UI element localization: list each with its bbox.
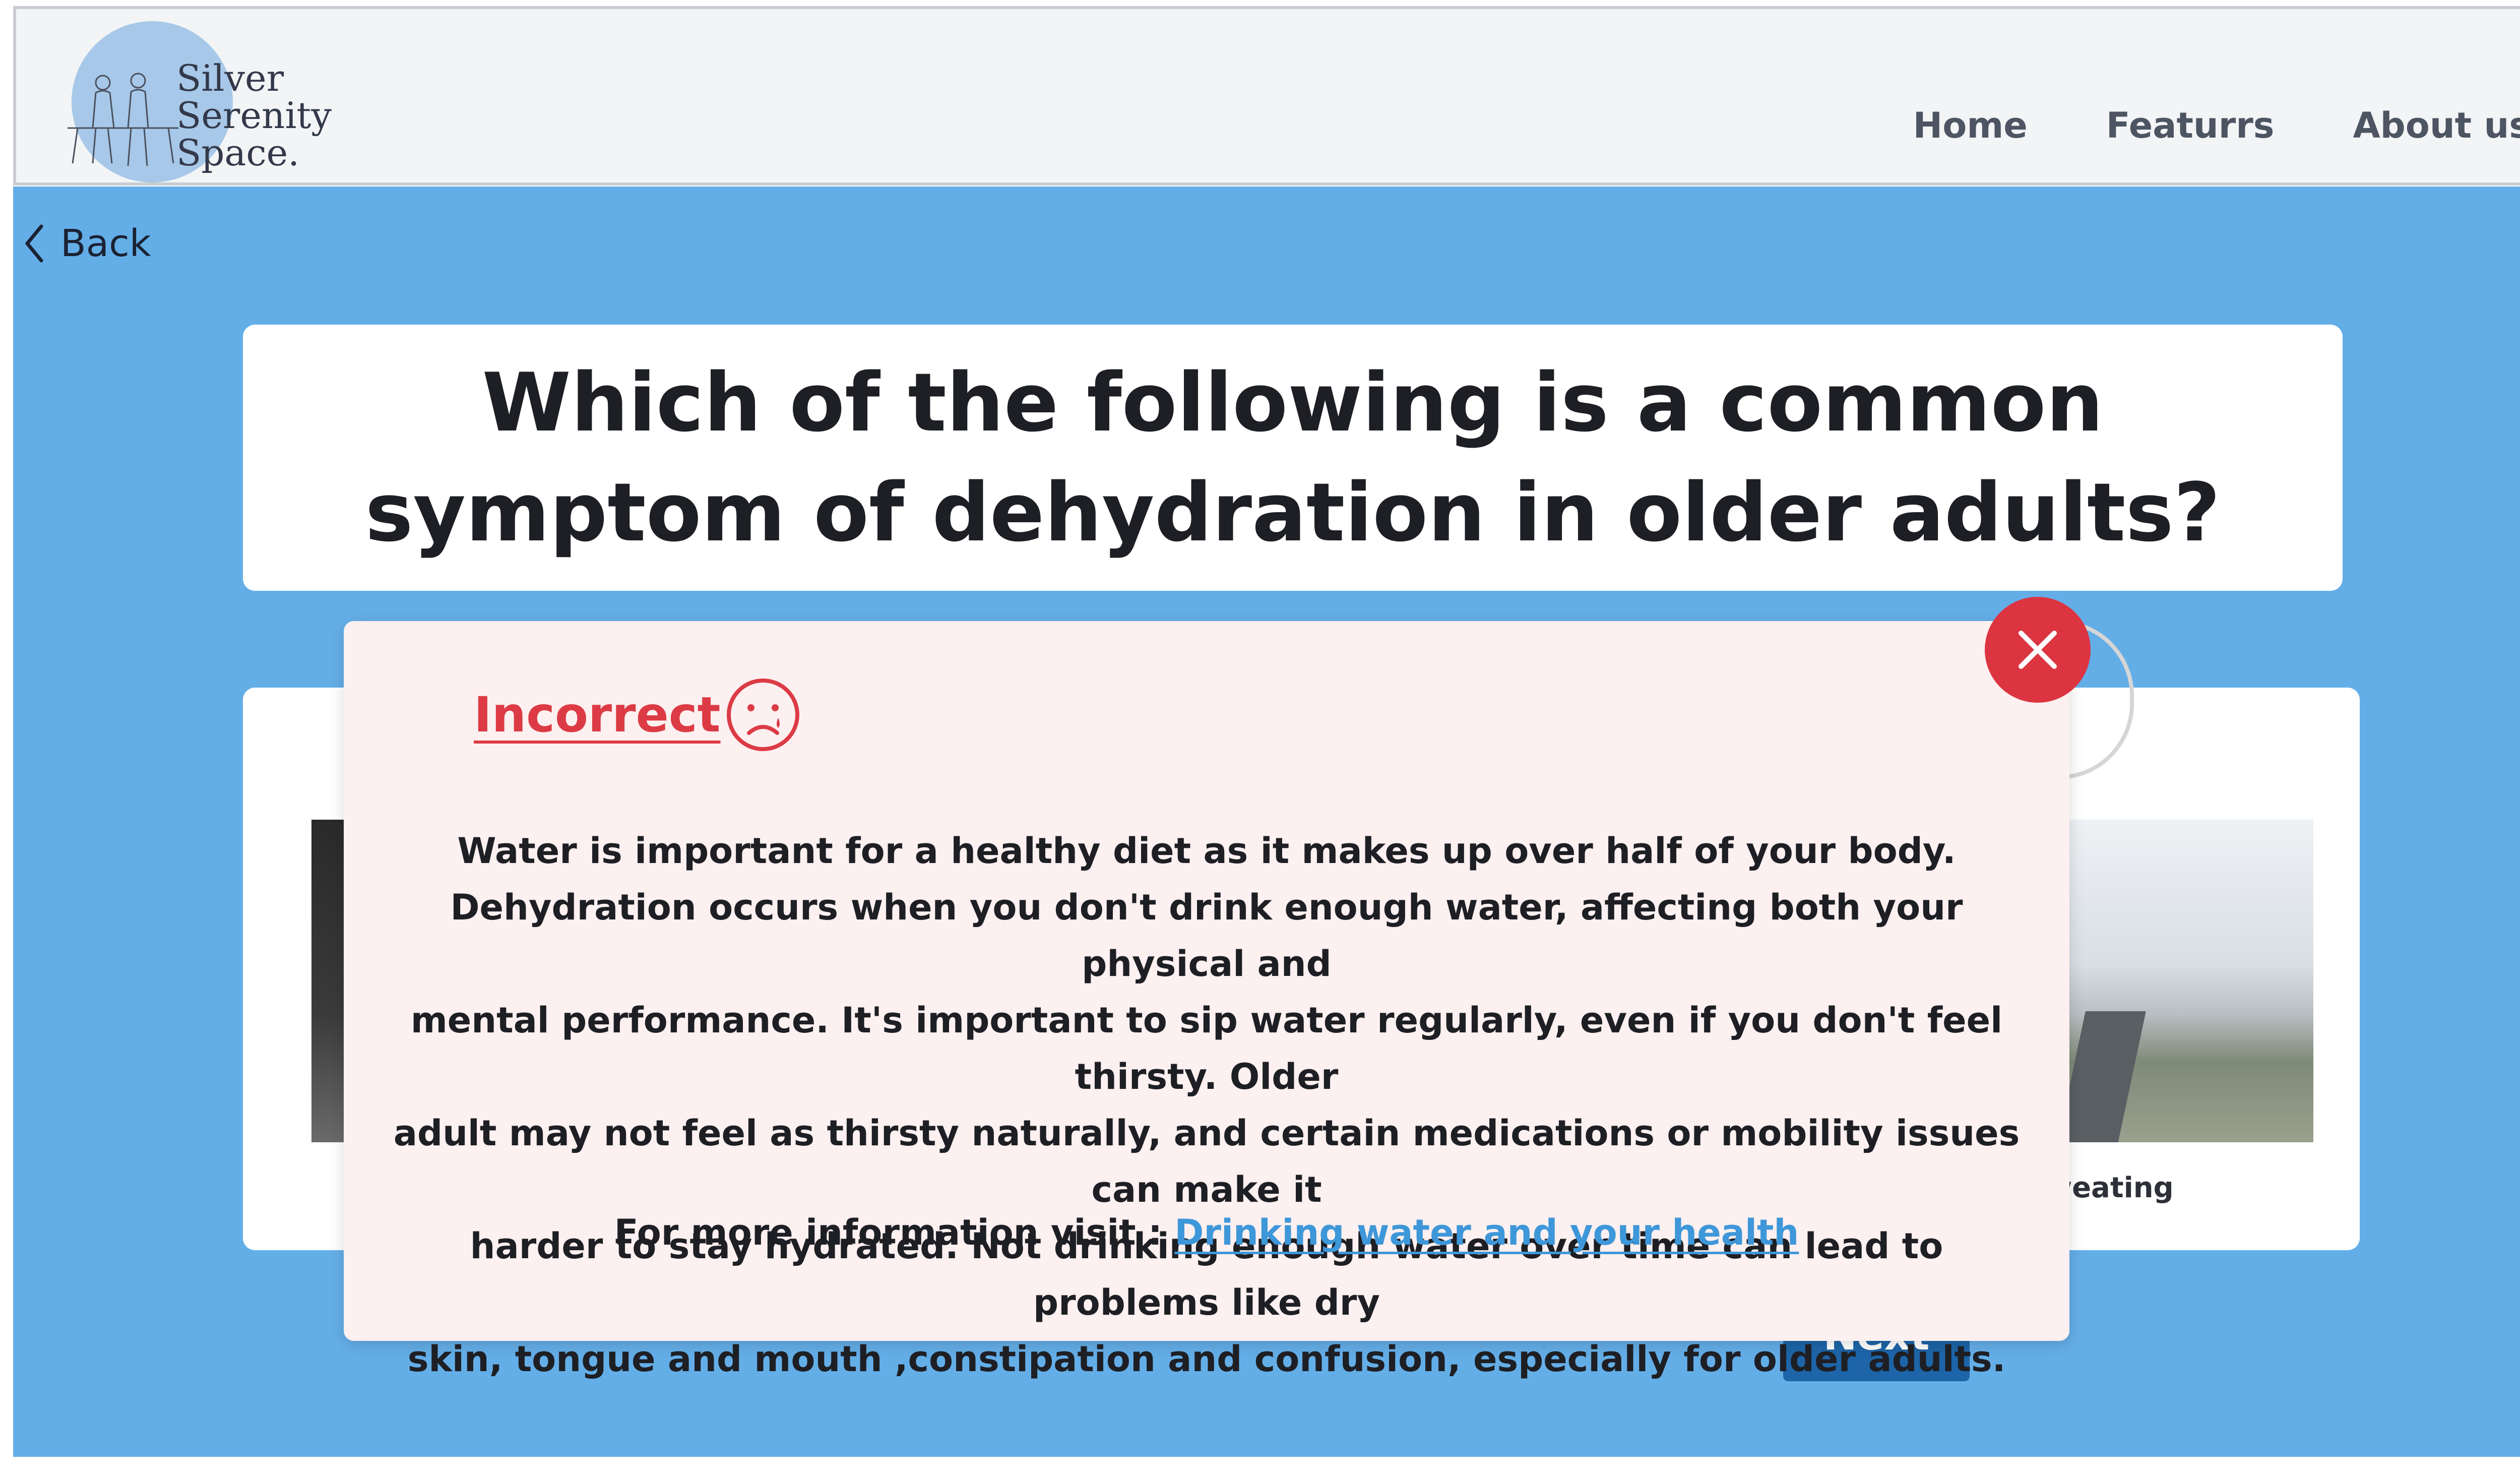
feedback-modal: Incorrect Water is important for a healt… [344, 621, 2069, 1380]
site-header: Silver Serenity Space. Home Featurrs Abo… [13, 6, 2520, 186]
back-button[interactable]: Back [24, 222, 151, 265]
more-info: For more information visit : Drinking wa… [344, 1212, 2069, 1253]
explanation-line: Water is important for a healthy diet as… [457, 830, 1956, 872]
brand-logo[interactable]: Silver Serenity Space. [57, 17, 360, 183]
incorrect-label: Incorrect [474, 687, 721, 743]
more-info-link[interactable]: Drinking water and your health [1174, 1212, 1799, 1253]
explanation-line: adult may not feel as thirsty naturally,… [393, 1113, 2020, 1210]
option-image-sweating[interactable] [2029, 820, 2313, 1142]
question-card: Which of the following is a common sympt… [243, 325, 2343, 591]
question-text: Which of the following is a common sympt… [365, 355, 2221, 560]
modal-explanation: Water is important for a healthy diet as… [374, 823, 2039, 1387]
logo-line-1: Silver [176, 57, 284, 99]
back-label: Back [60, 222, 151, 265]
chevron-left-icon [25, 224, 43, 263]
main-nav: Home Featurrs About us [1913, 105, 2520, 146]
nav-about-us[interactable]: About us [2353, 105, 2520, 146]
explanation-line: mental performance. It's important to si… [410, 1000, 2003, 1097]
logo-wordmark: Silver Serenity Space. [176, 59, 332, 171]
modal-title: Incorrect [474, 676, 801, 753]
logo-line-3: Space. [176, 132, 300, 174]
explanation-line: Dehydration occurs when you don't drink … [450, 887, 1963, 985]
logo-line-2: Serenity [176, 94, 332, 137]
nav-home[interactable]: Home [1913, 105, 2028, 146]
app-frame: Silver Serenity Space. Home Featurrs Abo… [0, 0, 2520, 1476]
option-image-left[interactable] [311, 820, 348, 1142]
bottom-strip [13, 1457, 2520, 1476]
close-icon [2019, 631, 2057, 669]
close-modal-button[interactable] [1985, 597, 2091, 703]
more-info-prefix: For more information visit : [614, 1212, 1175, 1253]
sad-face-icon [726, 679, 799, 751]
nav-features[interactable]: Featurrs [2106, 105, 2275, 146]
explanation-line: skin, tongue and mouth ,constipation and… [407, 1338, 2006, 1380]
